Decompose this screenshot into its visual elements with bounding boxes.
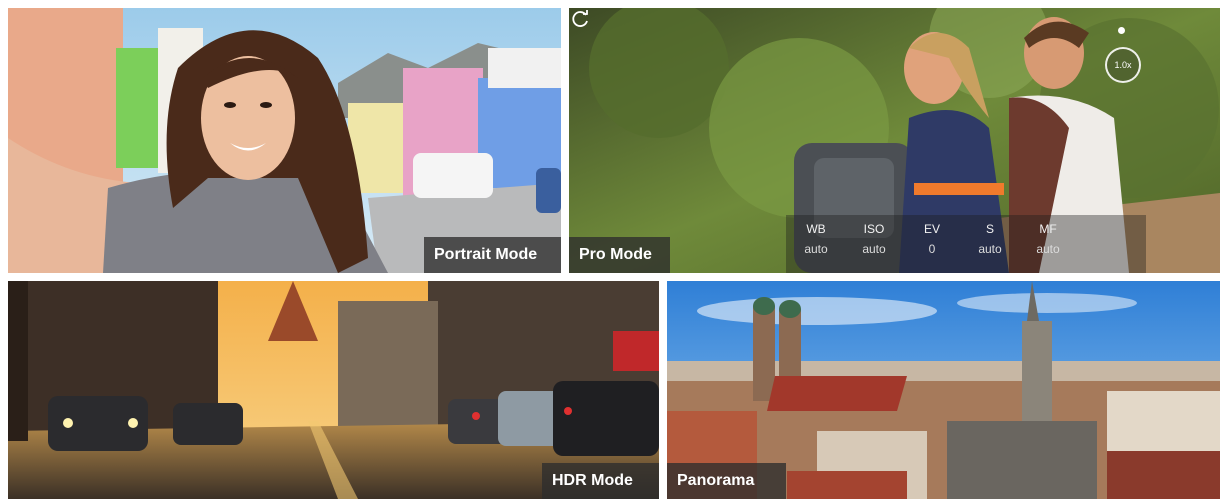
setting-value: auto xyxy=(804,242,828,256)
setting-key: WB xyxy=(806,222,826,236)
rotate-icon[interactable] xyxy=(569,8,591,30)
hdr-mode-tile[interactable]: HDR Mode xyxy=(8,281,659,499)
setting-value: auto xyxy=(1036,242,1060,256)
hdr-mode-label: HDR Mode xyxy=(542,463,659,499)
panorama-label: Panorama xyxy=(667,463,786,499)
pro-mode-label: Pro Mode xyxy=(569,237,670,273)
pro-mode-tile[interactable]: 1.0x WB auto ISO auto EV 0 S auto MF aut… xyxy=(569,8,1220,273)
setting-value: 0 xyxy=(928,242,936,256)
setting-key: MF xyxy=(1039,222,1057,236)
pro-settings-panel: WB auto ISO auto EV 0 S auto MF auto xyxy=(786,215,1146,273)
portrait-mode-label: Portrait Mode xyxy=(424,237,561,273)
setting-value: auto xyxy=(862,242,886,256)
setting-key: ISO xyxy=(863,222,885,236)
zoom-button[interactable]: 1.0x xyxy=(1105,47,1141,83)
portrait-photo xyxy=(8,8,561,273)
zoom-indicator-dot xyxy=(1118,27,1125,34)
setting-value: auto xyxy=(978,242,1002,256)
panorama-tile[interactable]: Panorama xyxy=(667,281,1220,499)
setting-key: S xyxy=(985,222,994,236)
portrait-mode-tile[interactable]: Portrait Mode xyxy=(8,8,561,273)
setting-key: EV xyxy=(923,222,940,236)
